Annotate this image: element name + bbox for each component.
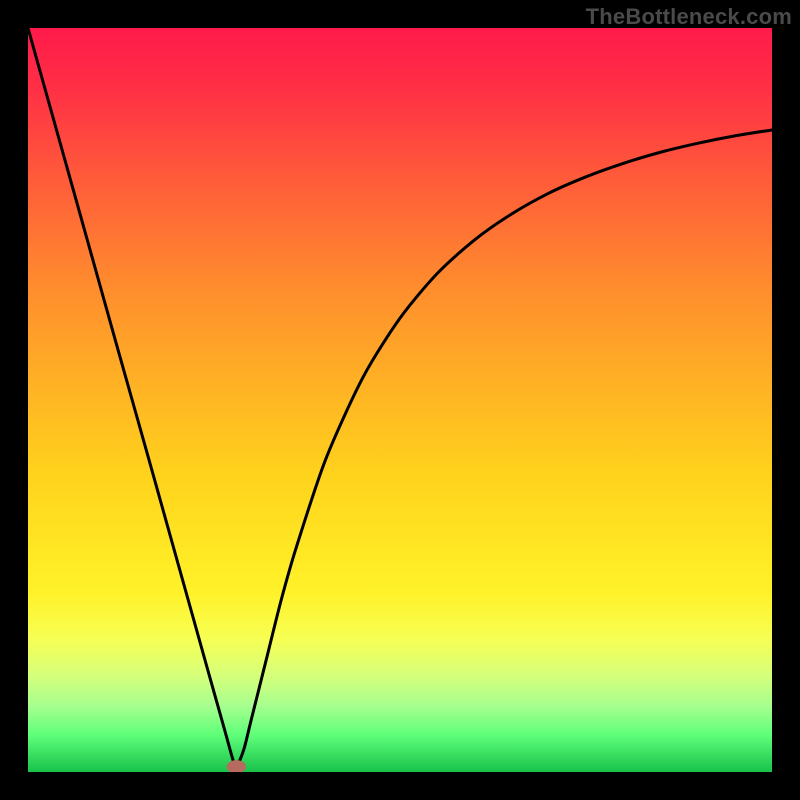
plot-area [28,28,772,772]
watermark-label: TheBottleneck.com [586,4,792,30]
chart-canvas: TheBottleneck.com [0,0,800,800]
